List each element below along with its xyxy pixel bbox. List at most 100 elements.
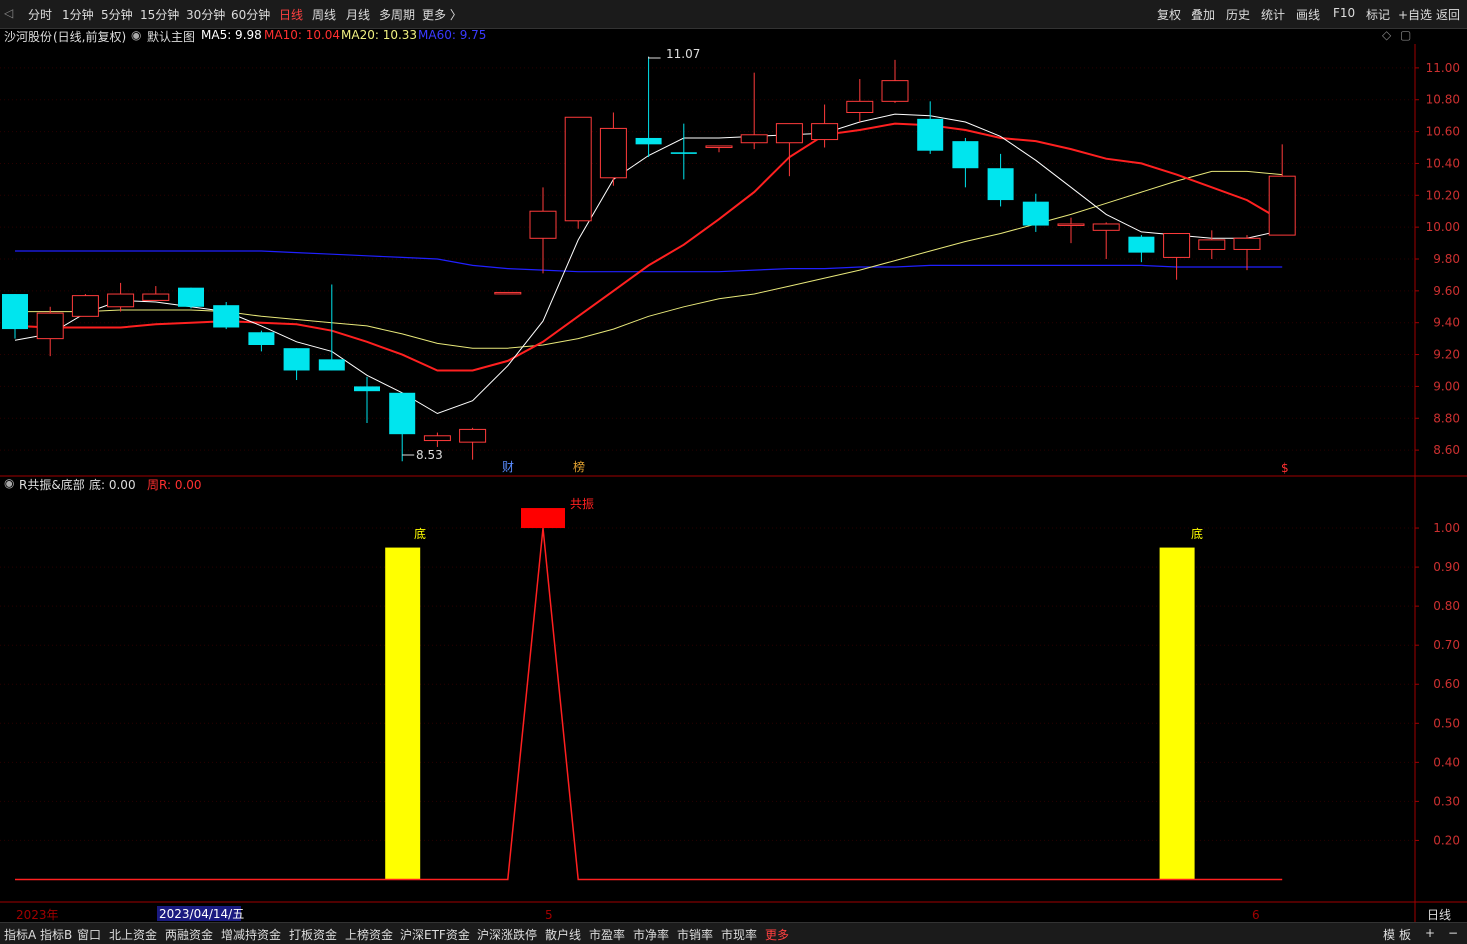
candle-body-down [248, 332, 275, 345]
high-pointer [648, 56, 661, 59]
etf-funds-tab[interactable]: 沪深ETF资金 [400, 926, 470, 943]
window-icon[interactable]: ▢ [1400, 28, 1411, 42]
financial-report-marker[interactable]: 财 [502, 460, 514, 474]
annotations: 11.07 8.53 财 榜 $ 底 底 共振 2023年 2023/04/14… [16, 47, 1451, 922]
axes: 11.00 10.80 10.60 10.40 10.20 10.00 9.80 9.60 9.… [0, 44, 1467, 922]
price-axis-label: 9.40 [1433, 316, 1460, 330]
northbound-funds-tab[interactable]: 北上资金 [109, 926, 157, 943]
candle-body-up [423, 435, 451, 442]
back-arrow-icon[interactable]: ◁ [4, 6, 13, 20]
ma10-value: MA10: 10.04 [264, 28, 341, 42]
indicator-b-tab[interactable]: 指标B [40, 926, 72, 943]
candle-body-down [389, 392, 416, 435]
high-price-label: 11.07 [666, 47, 700, 61]
candle-body-down [2, 294, 28, 330]
candle-body-down [635, 137, 662, 145]
settings-circle-icon[interactable]: ◉ [131, 28, 141, 42]
price-axis-label: 10.80 [1426, 93, 1460, 107]
statistics-button[interactable]: 统计 [1261, 6, 1285, 23]
pb-ratio-tab[interactable]: 市净率 [633, 926, 669, 943]
tab-multi-period[interactable]: 多周期 [379, 6, 415, 23]
price-axis-label: 11.00 [1426, 61, 1460, 75]
candle-body-up [529, 210, 557, 239]
ma60-line [15, 250, 1283, 273]
candle-body-down [1128, 236, 1155, 253]
draw-line-button[interactable]: 画线 [1296, 6, 1320, 23]
date-cursor-label: 2023/04/14/五 [159, 907, 244, 921]
bottom-signal-label-2: 底 [1191, 526, 1203, 541]
pcf-ratio-tab[interactable]: 市现率 [721, 926, 757, 943]
tab-monthly[interactable]: 月线 [346, 6, 370, 23]
f10-button[interactable]: F10 [1333, 6, 1355, 20]
candle-body-up [142, 293, 170, 301]
margin-funds-tab[interactable]: 两融资金 [165, 926, 213, 943]
add-watchlist-button[interactable]: +自选 [1398, 6, 1432, 23]
board-button[interactable]: 板 [1399, 926, 1411, 943]
period-label[interactable]: 日线 [1427, 908, 1451, 922]
fuquan-button[interactable]: 复权 [1157, 6, 1181, 23]
tab-60min[interactable]: 60分钟 [231, 6, 270, 23]
mark-button[interactable]: 标记 [1366, 6, 1390, 23]
dividend-marker[interactable]: $ [1281, 461, 1289, 475]
indicator-axis-label: 1.00 [1433, 521, 1460, 535]
kline-chart[interactable]: 11.00 10.80 10.60 10.40 10.20 10.00 9.80 9.60 9.… [0, 44, 1467, 922]
indicator-axis-label: 0.20 [1433, 833, 1460, 847]
window-tab[interactable]: 窗口 [77, 926, 101, 943]
candle-body-down [213, 305, 240, 328]
holding-change-tab[interactable]: 增减持资金 [221, 926, 281, 943]
ma10-line [14, 122, 1283, 372]
tab-fenshi[interactable]: 分时 [28, 6, 52, 23]
candle-body-up [494, 291, 522, 295]
price-axis-label: 9.00 [1433, 379, 1460, 393]
price-axis-label: 8.80 [1433, 411, 1460, 425]
indicator-axis-label: 0.90 [1433, 560, 1460, 574]
retail-line-tab[interactable]: 散户线 [545, 926, 581, 943]
candle-body-down [318, 359, 345, 371]
indicator-axis-label: 0.40 [1433, 755, 1460, 769]
candle-body-up [705, 145, 733, 149]
main-template[interactable]: 默认主图 [147, 28, 195, 45]
candle-body-down [670, 152, 697, 154]
tab-more[interactable]: 更多 〉 [422, 6, 462, 23]
tab-15min[interactable]: 15分钟 [140, 6, 179, 23]
indicator-panel [15, 508, 1283, 881]
tab-weekly[interactable]: 周线 [312, 6, 336, 23]
template-button[interactable]: 模 [1383, 926, 1395, 943]
candle-body-down [1022, 201, 1049, 226]
limit-stats-tab[interactable]: 沪深涨跌停 [477, 926, 537, 943]
bottom-signal-bar [1159, 547, 1195, 880]
more-tab[interactable]: 更多 [765, 926, 789, 943]
pe-ratio-tab[interactable]: 市盈率 [589, 926, 625, 943]
indicator-axis-label: 0.30 [1433, 794, 1460, 808]
ps-ratio-tab[interactable]: 市销率 [677, 926, 713, 943]
return-button[interactable]: 返回 [1436, 6, 1460, 23]
candle-body-down [917, 118, 944, 151]
candle-body-up [1092, 223, 1120, 231]
ma5-value: MA5: 9.98 [201, 28, 262, 42]
limit-up-funds-tab[interactable]: 打板资金 [289, 926, 337, 943]
moving-average-lines [14, 113, 1283, 415]
chart-mode[interactable]: (日线,前复权) [53, 28, 126, 45]
year-label: 2023年 [16, 908, 59, 922]
list-funds-tab[interactable]: 上榜资金 [345, 926, 393, 943]
price-axis-label: 10.00 [1426, 220, 1460, 234]
ma20-value: MA20: 10.33 [341, 28, 418, 42]
indicator-axis-label: 0.60 [1433, 677, 1460, 691]
zoom-in-button[interactable]: + [1425, 926, 1435, 940]
stock-name: 沙河股份 [4, 30, 53, 44]
history-button[interactable]: 历史 [1226, 6, 1250, 23]
tab-1min[interactable]: 1分钟 [62, 6, 94, 23]
candle-body-up [1233, 237, 1261, 250]
dragon-tiger-marker[interactable]: 榜 [573, 459, 585, 474]
overlay-button[interactable]: 叠加 [1191, 6, 1215, 23]
diamond-icon[interactable]: ◇ [1382, 28, 1391, 42]
indicator-a-tab[interactable]: 指标A [4, 926, 36, 943]
zoom-out-button[interactable]: − [1448, 926, 1458, 940]
candle-body-down [178, 287, 204, 307]
candle-body-down [354, 386, 380, 392]
tab-daily[interactable]: 日线 [279, 6, 303, 23]
tab-30min[interactable]: 30分钟 [186, 6, 225, 23]
tab-5min[interactable]: 5分钟 [101, 6, 133, 23]
candle-body-down [283, 348, 310, 371]
candle-body-up [775, 123, 803, 144]
